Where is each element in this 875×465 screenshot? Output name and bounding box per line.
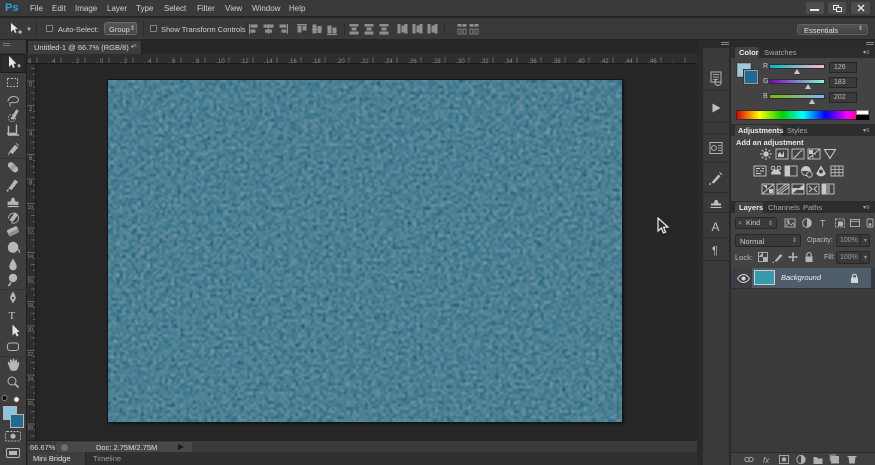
svg-text:16: 16 <box>290 59 297 64</box>
svg-text:18: 18 <box>314 59 321 64</box>
svg-text:20: 20 <box>28 328 34 334</box>
svg-text:26: 26 <box>410 59 417 64</box>
svg-text:T: T <box>9 310 16 322</box>
svg-text:22: 22 <box>362 59 369 64</box>
svg-text:¶: ¶ <box>712 245 718 257</box>
svg-text:28: 28 <box>434 59 441 64</box>
svg-text:22: 22 <box>28 352 34 358</box>
svg-text:10: 10 <box>218 59 225 64</box>
svg-text:40: 40 <box>578 59 585 64</box>
svg-text:46: 46 <box>650 59 657 64</box>
svg-text:18: 18 <box>28 303 34 309</box>
svg-text:T: T <box>820 219 826 229</box>
svg-text:14: 14 <box>28 254 34 260</box>
svg-text:30: 30 <box>458 59 465 64</box>
svg-text:28: 28 <box>28 426 34 432</box>
svg-text:42: 42 <box>602 59 609 64</box>
svg-text:20: 20 <box>338 59 345 64</box>
svg-text:fx: fx <box>763 456 770 465</box>
svg-text:16: 16 <box>28 279 34 285</box>
svg-text:24: 24 <box>28 377 34 383</box>
svg-text:24: 24 <box>386 59 393 64</box>
svg-text:12: 12 <box>28 230 34 236</box>
svg-text:32: 32 <box>482 59 489 64</box>
svg-text:12: 12 <box>242 59 249 64</box>
svg-text:36: 36 <box>530 59 537 64</box>
svg-text:44: 44 <box>626 59 633 64</box>
svg-text:A: A <box>712 220 720 234</box>
svg-text:14: 14 <box>266 59 273 64</box>
svg-text:26: 26 <box>28 401 34 407</box>
svg-text:38: 38 <box>554 59 561 64</box>
svg-text:10: 10 <box>28 205 34 211</box>
svg-text:34: 34 <box>506 59 513 64</box>
